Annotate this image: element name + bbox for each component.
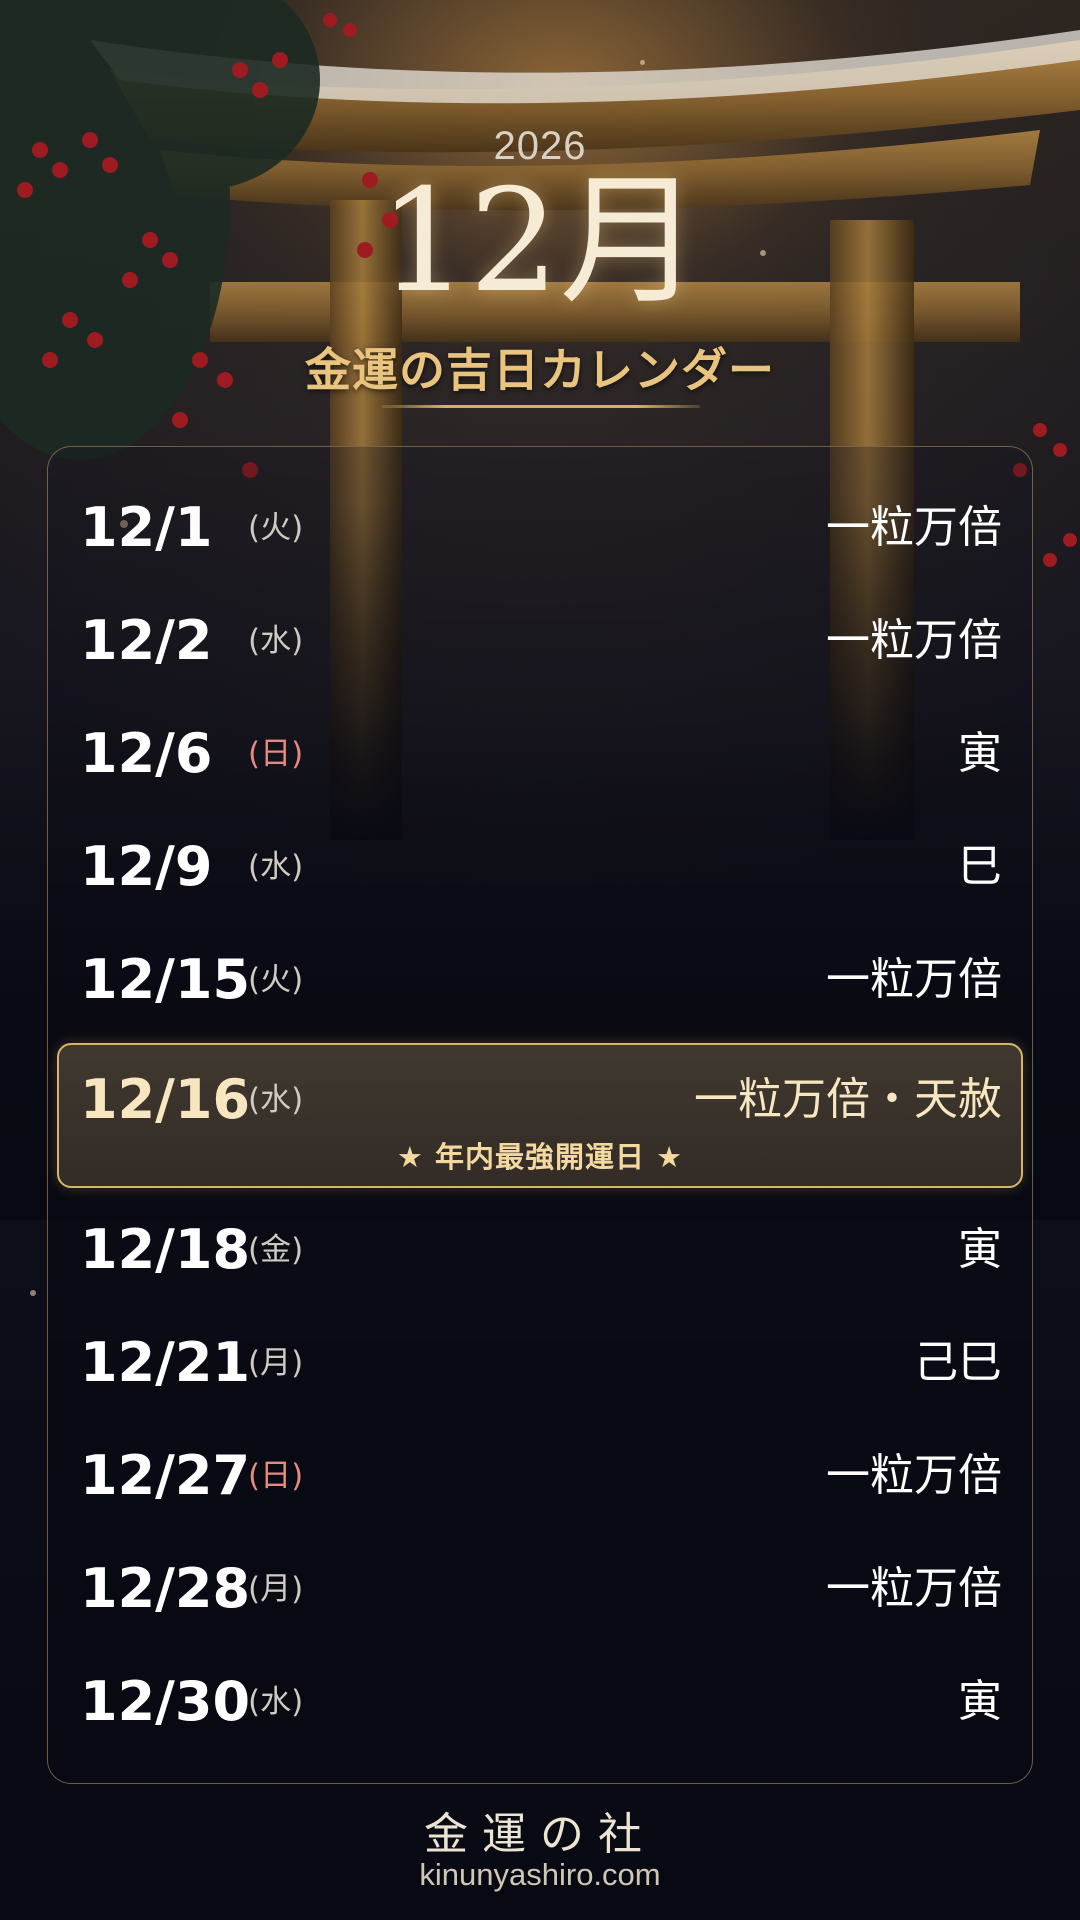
row-lucky-day: 寅 (958, 1224, 1002, 1275)
row-lucky-day: 一粒万倍 (826, 615, 1002, 666)
row-lucky-day: 寅 (958, 728, 1002, 779)
row-lucky-day: 寅 (958, 1676, 1002, 1727)
row-weekday: (水) (248, 623, 304, 659)
row-weekday: (月) (248, 1345, 304, 1381)
calendar-subtitle: 金運の吉日カレンダー (305, 343, 775, 397)
row-lucky-day: 一粒万倍 (826, 502, 1002, 553)
row-weekday: (日) (248, 1458, 304, 1494)
row-weekday: (日) (248, 736, 304, 772)
row-date: 12/15 (80, 948, 251, 1011)
row-weekday: (水) (248, 1082, 304, 1118)
month-title: 12月 (378, 159, 702, 324)
row-date: 12/6 (80, 722, 213, 785)
row-date: 12/28 (80, 1557, 251, 1620)
brand-name: 金運の社 (424, 1809, 656, 1860)
calendar-row-highlighted: 12/16 (水) 一粒万倍・天赦 (80, 1060, 1002, 1140)
snow-particle (640, 60, 645, 65)
calendar-row: 12/15 (火) 一粒万倍 (80, 940, 1002, 1020)
calendar-row: 12/30 (水) 寅 (80, 1662, 1002, 1742)
row-lucky-day: 一粒万倍 (826, 1450, 1002, 1501)
row-date: 12/30 (80, 1670, 251, 1733)
snow-particle (30, 1290, 36, 1296)
calendar-row: 12/18 (金) 寅 (80, 1210, 1002, 1290)
title-divider (382, 405, 700, 408)
row-date: 12/18 (80, 1218, 251, 1281)
row-date: 12/27 (80, 1444, 251, 1507)
calendar-row: 12/21 (月) 己巳 (80, 1323, 1002, 1403)
site-url: kinunyashiro.com (419, 1857, 661, 1892)
row-date: 12/21 (80, 1331, 251, 1394)
row-weekday: (水) (248, 1684, 304, 1720)
row-date: 12/2 (80, 609, 213, 672)
row-lucky-day: 一粒万倍 (826, 954, 1002, 1005)
calendar-row: 12/27 (日) 一粒万倍 (80, 1436, 1002, 1516)
calendar-row: 12/28 (月) 一粒万倍 (80, 1549, 1002, 1629)
row-lucky-day: 一粒万倍 (826, 1563, 1002, 1614)
row-weekday: (火) (248, 962, 304, 998)
row-date: 12/9 (80, 835, 213, 898)
row-date: 12/1 (80, 496, 213, 559)
calendar-row: 12/2 (水) 一粒万倍 (80, 601, 1002, 681)
calendar-row: 12/1 (火) 一粒万倍 (80, 488, 1002, 568)
row-weekday: (金) (248, 1232, 304, 1268)
row-lucky-day: 己巳 (914, 1337, 1002, 1388)
calendar-row: 12/9 (水) 巳 (80, 827, 1002, 907)
row-weekday: (火) (248, 510, 304, 546)
calendar-row: 12/6 (日) 寅 (80, 714, 1002, 794)
row-lucky-day: 巳 (958, 841, 1002, 892)
row-weekday: (水) (248, 849, 304, 885)
row-lucky-day: 一粒万倍・天赦 (694, 1074, 1002, 1125)
highlight-note: ★ 年内最強開運日 ★ (396, 1140, 684, 1174)
row-weekday: (月) (248, 1571, 304, 1607)
row-date: 12/16 (80, 1068, 251, 1131)
